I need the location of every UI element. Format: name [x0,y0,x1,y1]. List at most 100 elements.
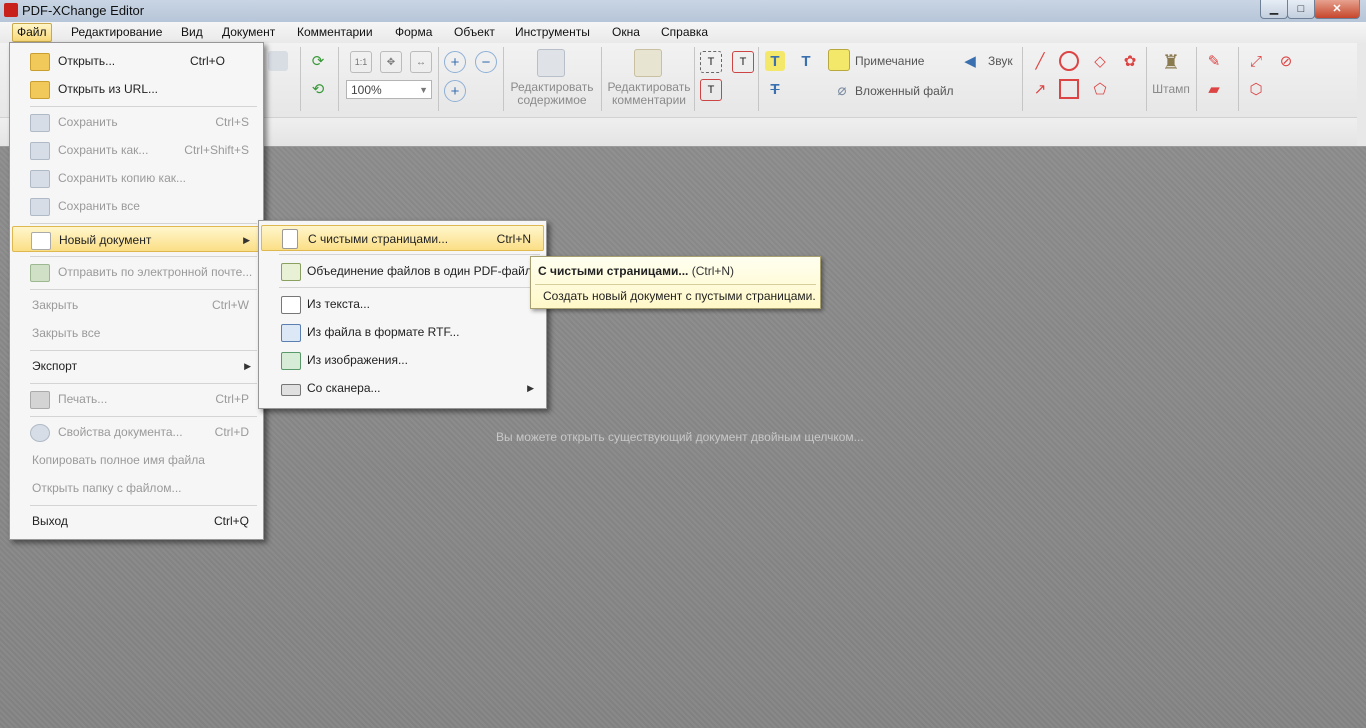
line-icon[interactable]: ╱ [1030,51,1050,71]
menu-separator [30,289,257,290]
edit-content-button[interactable]: Редактировать содержимое [509,81,595,107]
toolbar-scroll[interactable] [1357,43,1366,146]
toolbar-separator [300,47,301,111]
menu-item-send-email[interactable]: Отправить по электронной почте... [12,259,261,285]
submenu-item-from-text[interactable]: Из текста... [261,291,544,317]
zoom-value: 100% [351,83,382,97]
attached-file-button[interactable]: Вложенный файл [855,84,954,98]
menu-item-save-all[interactable]: Сохранить все [12,193,261,219]
menu-item-save[interactable]: Сохранить Ctrl+S [12,109,261,135]
menu-item-exit[interactable]: Выход Ctrl+Q [12,508,261,534]
stamp-button[interactable]: Штамп [1150,83,1192,96]
stamp-icon[interactable]: ♜ [1158,49,1184,75]
ellipse-icon[interactable] [1059,51,1079,71]
menu-item-print[interactable]: Печать... Ctrl+P [12,386,261,412]
submenu-item-blank-pages[interactable]: С чистыми страницами... Ctrl+N [261,225,544,251]
menu-separator [279,287,540,288]
chevron-down-icon[interactable]: ▼ [419,81,428,100]
save-all-icon [30,198,50,216]
zoom-in-icon[interactable]: + [444,80,466,102]
menu-view[interactable]: Вид [177,24,207,41]
menu-item-save-as[interactable]: Сохранить как... Ctrl+Shift+S [12,137,261,163]
tooltip-title: С чистыми страницами... [538,264,689,278]
menu-item-close[interactable]: Закрыть Ctrl+W [12,292,261,318]
menu-item-new-document[interactable]: Новый документ ▶ [12,226,261,252]
perimeter-icon[interactable]: ⬡ [1246,79,1266,99]
submenu-item-from-rtf[interactable]: Из файла в формате RTF... [261,319,544,345]
menu-comments[interactable]: Комментарии [293,24,377,41]
menu-object[interactable]: Объект [450,24,499,41]
properties-icon [30,424,50,442]
edit-content-icon[interactable] [537,49,565,77]
menu-item-properties[interactable]: Свойства документа... Ctrl+D [12,419,261,445]
menu-edit[interactable]: Редактирование [67,24,166,41]
rotate-ccw-icon[interactable]: ⟲ [308,79,328,99]
submenu-item-combine-files[interactable]: Объединение файлов в один PDF-файл... [261,258,544,284]
menu-windows[interactable]: Окна [608,24,644,41]
fit-page-icon[interactable]: ✥ [380,51,402,73]
menu-item-open-folder[interactable]: Открыть папку с файлом... [12,475,261,501]
toolbar-separator [503,47,504,111]
menu-item-open[interactable]: Открыть... Ctrl+O [12,48,261,74]
maximize-button[interactable]: □ [1287,0,1315,19]
email-icon [30,264,50,282]
cloud-icon[interactable]: ✿ [1120,51,1140,71]
menu-item-close-all[interactable]: Закрыть все [12,320,261,346]
zoom-in-magnifier-icon[interactable]: + [444,51,466,73]
title-bar: PDF-XChange Editor ▁ □ ✕ [0,0,1366,22]
pencil-icon[interactable]: ✎ [1204,51,1224,71]
close-button[interactable]: ✕ [1314,0,1360,19]
rectangle-icon[interactable] [1059,79,1079,99]
submenu-item-from-scanner[interactable]: Со сканера... ▶ [261,375,544,401]
menu-separator [30,416,257,417]
menu-item-open-url[interactable]: Открыть из URL... [12,76,261,102]
menu-help[interactable]: Справка [657,24,712,41]
minimize-button[interactable]: ▁ [1260,0,1288,19]
menu-document[interactable]: Документ [218,24,279,41]
app-logo-icon [4,3,18,17]
save-copy-icon [30,170,50,188]
area-icon[interactable]: ⊘ [1276,51,1296,71]
highlight-text-icon[interactable]: T [765,51,785,71]
submenu-arrow-icon: ▶ [527,383,534,393]
menu-tools[interactable]: Инструменты [511,24,594,41]
strikeout-text-icon[interactable]: T [765,79,785,99]
scanner-icon [281,384,301,396]
submenu-item-from-image[interactable]: Из изображения... [261,347,544,373]
toolbar-separator [1196,47,1197,111]
typewriter-icon[interactable]: T [732,51,754,73]
toolbar-separator [338,47,339,111]
speaker-icon[interactable]: ◀ [960,51,980,71]
tooltip-divider [535,284,816,285]
note-button[interactable]: Примечание [855,54,924,68]
menu-item-save-copy[interactable]: Сохранить копию как... [12,165,261,191]
tooltip-description: Создать новый документ с пустыми страниц… [543,289,816,303]
callout-icon[interactable]: T [700,79,722,101]
zoom-out-icon[interactable]: − [475,51,497,73]
menu-file[interactable]: Файл [12,23,52,42]
menu-separator [279,254,540,255]
select-tool-icon[interactable] [268,51,288,71]
polygon-icon[interactable]: ⬠ [1090,79,1110,99]
fit-width-icon[interactable]: ↔ [410,51,432,73]
tooltip: С чистыми страницами... (Ctrl+N) Создать… [530,256,821,309]
underline-text-icon[interactable]: T [796,51,816,71]
arrow-icon[interactable]: ↗ [1030,79,1050,99]
menu-item-copy-filename[interactable]: Копировать полное имя файла [12,447,261,473]
paperclip-icon[interactable]: ⌀ [832,80,852,100]
edit-comments-button[interactable]: Редактировать комментарии [606,81,692,107]
text-box-icon[interactable]: T [700,51,722,73]
zoom-combobox[interactable]: 100% ▼ [346,80,432,99]
open-document-hint: Вы можете открыть существующий документ … [496,430,864,444]
edit-comments-icon[interactable] [634,49,662,77]
rotate-cw-icon[interactable]: ⟳ [308,51,328,71]
menu-form[interactable]: Форма [391,24,436,41]
sound-button[interactable]: Звук [988,54,1013,68]
actual-size-icon[interactable]: 1:1 [350,51,372,73]
menu-bar: Файл Редактирование Вид Документ Коммент… [0,22,1366,44]
distance-icon[interactable]: ⤢ [1246,51,1266,71]
polygon-line-icon[interactable]: ◇ [1090,51,1110,71]
note-icon[interactable] [828,49,850,71]
menu-item-export[interactable]: Экспорт ▶ [12,353,261,379]
eraser-icon[interactable]: ▰ [1204,79,1224,99]
